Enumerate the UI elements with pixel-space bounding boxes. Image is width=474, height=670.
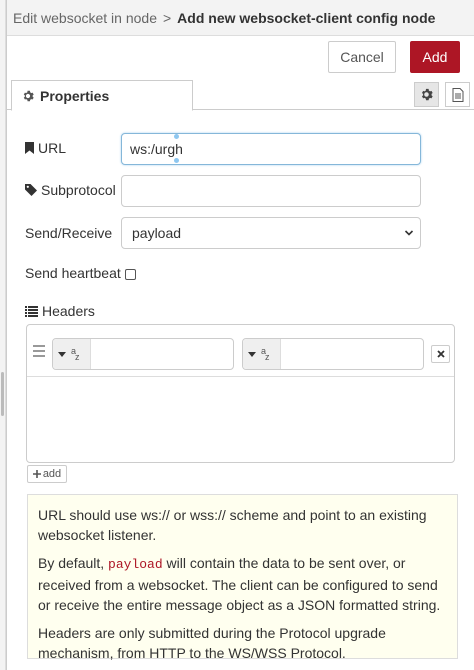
send-receive-select[interactable]: payload [121,217,421,249]
help-paragraph-3: Headers are only submitted during the Pr… [38,625,386,661]
caret-down-icon [58,351,66,357]
subprotocol-input[interactable] [121,175,421,207]
chevron-down-icon [404,230,414,236]
breadcrumb-current: Add new websocket-client config node [177,9,436,26]
tab-description[interactable] [445,82,470,107]
cursor-handle-bottom [174,158,179,163]
string-type-icon: az [71,346,80,362]
url-label: URL [25,140,66,156]
close-icon [436,350,445,358]
breadcrumb-separator: > [162,9,172,26]
add-header-button[interactable]: add [27,465,67,483]
list-icon [25,305,38,317]
list-item: az az [27,325,454,377]
tab-settings[interactable] [414,82,439,107]
headers-label-text: Headers [42,303,95,319]
value-type-button[interactable]: az [243,339,281,369]
url-label-text: URL [38,140,67,156]
gear-icon [23,90,34,101]
add-header-label: add [42,468,62,480]
tabs-bar: Properties [7,80,474,111]
breadcrumb-previous[interactable]: Edit websocket in node [13,10,157,26]
send-receive-value: payload [132,225,182,241]
add-button[interactable]: Add [410,41,460,73]
plus-icon [32,470,41,478]
headers-label: Headers [25,303,95,319]
headers-list: az az [26,324,455,463]
key-type-button[interactable]: az [53,339,91,369]
help-paragraph-2: By default, payload will contain the dat… [38,553,449,615]
header-value-input[interactable]: az [242,338,424,370]
url-value: ws:/urgh [130,141,183,157]
cursor-handle-top [174,134,179,139]
help-p2-before: By default, [38,555,109,571]
url-input[interactable]: ws:/urgh [121,133,421,165]
resize-grip[interactable] [1,372,4,416]
breadcrumb: Edit websocket in node > Add new websock… [7,0,474,36]
drag-handle-icon[interactable] [33,345,45,360]
tab-properties[interactable]: Properties [11,80,193,111]
help-panel: URL should use ws:// or wss:// scheme an… [27,494,458,661]
caret-down-icon [248,351,256,357]
send-receive-label: Send/Receive [25,225,113,241]
help-paragraph-1: URL should use ws:// or wss:// scheme an… [38,507,427,543]
gear-icon [421,88,433,101]
help-code-payload: payload [108,557,163,572]
send-heartbeat-label: Send heartbeat [25,265,121,281]
remove-header-button[interactable] [431,345,450,363]
editor-tray: Edit websocket in node > Add new websock… [6,0,474,670]
send-heartbeat-checkbox[interactable] [125,269,136,280]
tag-icon [25,184,37,196]
tab-properties-label: Properties [40,87,110,104]
header-key-input[interactable]: az [52,338,234,370]
tray-toolbar: Cancel Add [7,36,474,80]
cancel-button[interactable]: Cancel [328,41,396,73]
subprotocol-label-text: Subprotocol [41,182,116,198]
description-icon [452,87,463,102]
string-type-icon: az [261,346,270,362]
subprotocol-label: Subprotocol [25,182,116,198]
bookmark-icon [25,142,34,154]
